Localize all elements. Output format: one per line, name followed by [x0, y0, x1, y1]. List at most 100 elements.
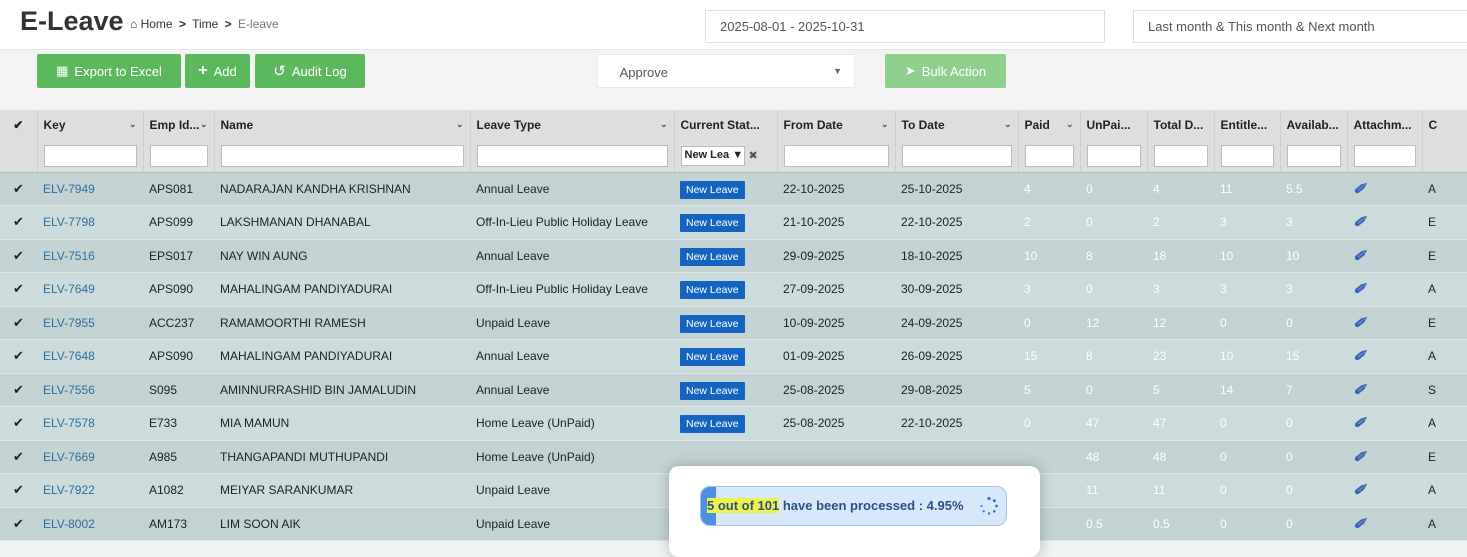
- paperclip-icon[interactable]: ✐: [1353, 281, 1366, 298]
- filter-input[interactable]: [901, 144, 1012, 167]
- filter-input[interactable]: [220, 144, 464, 167]
- row-checkbox[interactable]: ✔: [0, 507, 37, 541]
- paperclip-icon[interactable]: ✐: [1353, 248, 1366, 265]
- attachment-cell[interactable]: ✐: [1347, 239, 1422, 273]
- paperclip-icon[interactable]: ✐: [1353, 449, 1366, 466]
- cell-type: Annual Leave: [470, 373, 674, 407]
- column-header[interactable]: Current Stat...: [674, 110, 778, 140]
- paperclip-icon[interactable]: ✐: [1353, 315, 1366, 332]
- paperclip-icon[interactable]: ✐: [1353, 516, 1366, 533]
- cell-key[interactable]: ELV-7648: [37, 339, 143, 374]
- attachment-cell[interactable]: ✐: [1347, 205, 1422, 240]
- add-button[interactable]: + Add: [185, 54, 250, 88]
- attachment-cell[interactable]: ✐: [1347, 507, 1422, 541]
- column-header[interactable]: Key ⌄: [37, 110, 144, 140]
- period-select[interactable]: Last month & This month & Next month: [1133, 10, 1467, 43]
- table-row[interactable]: ✔ ELV-7649 APS090 MAHALINGAM PANDIYADURAI Of…: [0, 272, 1467, 307]
- row-checkbox[interactable]: ✔: [0, 473, 37, 508]
- row-checkbox[interactable]: ✔: [0, 205, 37, 240]
- filter-input[interactable]: [1086, 144, 1141, 167]
- attachment-cell[interactable]: ✐: [1347, 272, 1422, 307]
- row-checkbox[interactable]: ✔: [0, 239, 37, 273]
- paperclip-icon[interactable]: ✐: [1353, 382, 1366, 399]
- cell-key[interactable]: ELV-7798: [37, 205, 143, 240]
- filter-input[interactable]: [1024, 144, 1074, 167]
- row-checkbox[interactable]: ✔: [0, 272, 37, 307]
- filter-input[interactable]: [783, 144, 889, 167]
- bulk-action-button[interactable]: ➤ Bulk Action: [885, 54, 1006, 88]
- column-header[interactable]: Leave Type ⌄: [470, 110, 675, 140]
- paperclip-icon[interactable]: ✐: [1353, 214, 1366, 231]
- column-header[interactable]: From Date ⌄: [777, 110, 896, 140]
- cell-key[interactable]: ELV-7955: [37, 306, 143, 340]
- row-checkbox[interactable]: ✔: [0, 339, 37, 374]
- row-checkbox[interactable]: ✔: [0, 172, 37, 206]
- select-all-checkbox[interactable]: ✔: [0, 110, 38, 140]
- attachment-cell[interactable]: ✐: [1347, 406, 1422, 441]
- column-header[interactable]: UnPai...: [1080, 110, 1148, 140]
- home-icon[interactable]: ⌂: [130, 17, 137, 31]
- breadcrumb-time[interactable]: Time: [192, 17, 218, 31]
- export-excel-button[interactable]: ▦ Export to Excel: [37, 54, 181, 88]
- table-row[interactable]: ✔ ELV-7648 APS090 MAHALINGAM PANDIYADURAI An…: [0, 339, 1467, 374]
- filter-input[interactable]: [1220, 144, 1274, 167]
- attachment-cell[interactable]: ✐: [1347, 172, 1422, 206]
- table-row[interactable]: ✔ ELV-7556 S095 AMINNURRASHID BIN JAMALUDIN…: [0, 373, 1467, 407]
- paperclip-icon[interactable]: ✐: [1353, 348, 1366, 365]
- table-row[interactable]: ✔ ELV-7949 APS081 NADARAJAN KANDHA KRISHNAN…: [0, 172, 1467, 206]
- column-header[interactable]: Total D...: [1147, 110, 1215, 140]
- breadcrumb-home[interactable]: Home: [141, 17, 173, 31]
- column-header[interactable]: Emp Id... ⌄: [143, 110, 215, 140]
- paperclip-icon[interactable]: ✐: [1353, 482, 1366, 499]
- row-checkbox[interactable]: ✔: [0, 440, 37, 474]
- cell-type: Off-In-Lieu Public Holiday Leave: [470, 205, 674, 240]
- cell-last: E: [1422, 205, 1467, 240]
- filter-input[interactable]: [43, 144, 137, 167]
- column-header[interactable]: Paid ⌄: [1018, 110, 1081, 140]
- cell-key[interactable]: ELV-7649: [37, 272, 143, 307]
- attachment-cell[interactable]: ✐: [1347, 440, 1422, 474]
- action-select[interactable]: Approve ▼: [597, 54, 855, 88]
- clear-filter-icon[interactable]: ✖: [749, 149, 758, 162]
- column-header[interactable]: Attachm...: [1347, 110, 1423, 140]
- table-row[interactable]: ✔ ELV-7578 E733 MIA MAMUN Home Leave (UnPaid…: [0, 406, 1467, 441]
- filter-input[interactable]: [1153, 144, 1208, 167]
- cell-key[interactable]: ELV-7949: [37, 172, 143, 206]
- attachment-cell[interactable]: ✐: [1347, 306, 1422, 340]
- cell-emp: EPS017: [143, 239, 214, 273]
- attachment-cell[interactable]: ✐: [1347, 473, 1422, 508]
- column-header[interactable]: C: [1422, 110, 1467, 140]
- cell-total: 47: [1147, 406, 1214, 441]
- column-header[interactable]: Name ⌄: [214, 110, 471, 140]
- filter-input[interactable]: [1353, 144, 1416, 167]
- cell-key[interactable]: ELV-7556: [37, 373, 143, 407]
- cell-type: Unpaid Leave: [470, 507, 674, 541]
- table-row[interactable]: ✔ ELV-7516 EPS017 NAY WIN AUNG Annual Leave N…: [0, 239, 1467, 273]
- paperclip-icon[interactable]: ✐: [1353, 181, 1366, 198]
- date-range-input[interactable]: 2025-08-01 - 2025-10-31: [705, 10, 1105, 43]
- row-checkbox[interactable]: ✔: [0, 406, 37, 441]
- attachment-cell[interactable]: ✐: [1347, 373, 1422, 407]
- table-row[interactable]: ✔ ELV-7798 APS099 LAKSHMANAN DHANABAL Off-In…: [0, 205, 1467, 240]
- column-header[interactable]: Entitle...: [1214, 110, 1281, 140]
- table-row[interactable]: ✔ ELV-7955 ACC237 RAMAMOORTHI RAMESH Unpaid …: [0, 306, 1467, 340]
- column-header[interactable]: Availab...: [1280, 110, 1348, 140]
- attachment-cell[interactable]: ✐: [1347, 339, 1422, 374]
- filter-input[interactable]: [1286, 144, 1341, 167]
- cell-key[interactable]: ELV-8002: [37, 507, 143, 541]
- cell-key[interactable]: ELV-7578: [37, 406, 143, 441]
- cell-ent: 10: [1214, 339, 1280, 374]
- cell-key[interactable]: ELV-7669: [37, 440, 143, 474]
- cell-key[interactable]: ELV-7922: [37, 473, 143, 508]
- filter-input[interactable]: [149, 144, 208, 167]
- filter-input[interactable]: [476, 144, 668, 167]
- row-checkbox[interactable]: ✔: [0, 306, 37, 340]
- paperclip-icon[interactable]: ✐: [1353, 415, 1366, 432]
- cell-key[interactable]: ELV-7516: [37, 239, 143, 273]
- row-checkbox[interactable]: ✔: [0, 373, 37, 407]
- status-filter-select[interactable]: New Lea ▼: [680, 145, 745, 166]
- chevron-down-icon: ⌄: [199, 119, 208, 129]
- audit-log-button[interactable]: ↺ Audit Log: [255, 54, 365, 88]
- column-header[interactable]: To Date ⌄: [895, 110, 1019, 140]
- cell-from: 22-10-2025: [777, 172, 895, 206]
